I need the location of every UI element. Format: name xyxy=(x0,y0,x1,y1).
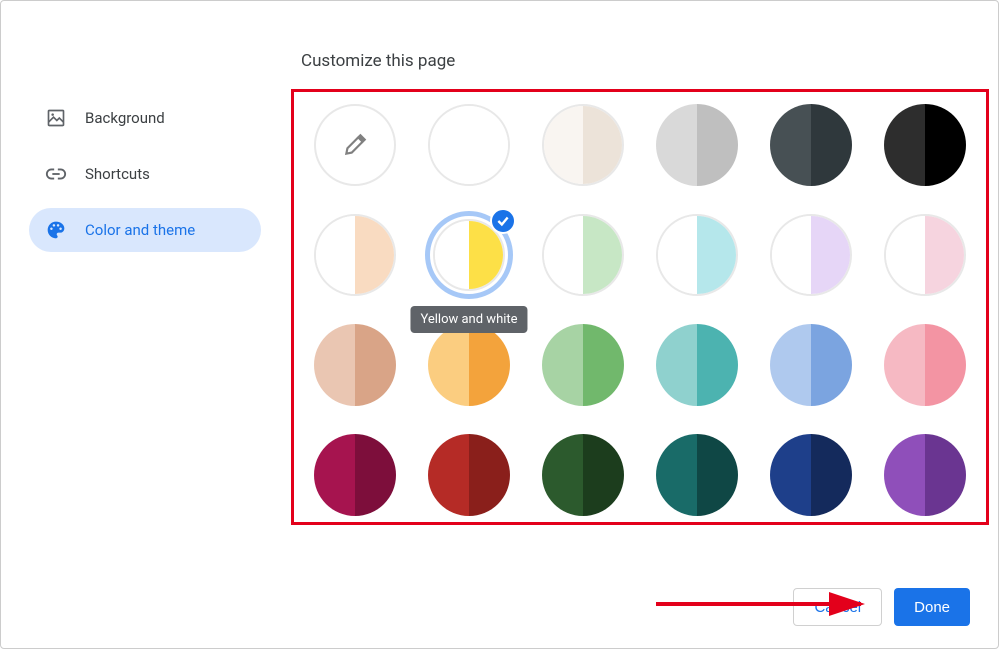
sidebar-item-label: Color and theme xyxy=(85,221,195,239)
color-swatch[interactable] xyxy=(428,104,510,186)
sidebar-item-color-theme[interactable]: Color and theme xyxy=(29,208,261,252)
color-swatch[interactable] xyxy=(656,324,738,406)
color-grid: Yellow and white xyxy=(312,104,968,516)
color-swatch[interactable] xyxy=(542,434,624,516)
dialog-body: Background Shortcuts C xyxy=(1,1,998,572)
swatch-tooltip: Yellow and white xyxy=(410,306,527,333)
color-swatch[interactable]: Yellow and white xyxy=(428,214,510,296)
color-swatch[interactable] xyxy=(314,434,396,516)
cancel-button[interactable]: Cancel xyxy=(793,588,882,626)
color-swatch[interactable] xyxy=(770,104,852,186)
color-swatch[interactable] xyxy=(884,104,966,186)
color-swatch[interactable] xyxy=(428,324,510,406)
color-swatch[interactable] xyxy=(542,104,624,186)
color-swatch[interactable] xyxy=(542,214,624,296)
color-swatch[interactable] xyxy=(656,434,738,516)
image-icon xyxy=(45,107,67,129)
sidebar-item-background[interactable]: Background xyxy=(29,96,261,140)
color-picker-swatch[interactable] xyxy=(314,104,396,186)
color-swatch[interactable] xyxy=(314,214,396,296)
page-title: Customize this page xyxy=(301,51,989,71)
color-swatch[interactable] xyxy=(542,324,624,406)
eyedropper-icon xyxy=(342,132,368,158)
color-swatch[interactable] xyxy=(884,434,966,516)
annotation-highlight-box: Yellow and white xyxy=(291,89,989,525)
color-swatch[interactable] xyxy=(656,214,738,296)
sidebar-item-shortcuts[interactable]: Shortcuts xyxy=(29,152,261,196)
color-swatch[interactable] xyxy=(884,324,966,406)
customize-dialog: Background Shortcuts C xyxy=(0,0,999,649)
color-swatch[interactable] xyxy=(656,104,738,186)
selected-check-icon xyxy=(490,208,516,234)
color-swatch[interactable] xyxy=(770,434,852,516)
palette-icon xyxy=(45,219,67,241)
link-icon xyxy=(45,163,67,185)
color-swatch[interactable] xyxy=(428,434,510,516)
color-swatch[interactable] xyxy=(770,324,852,406)
dialog-footer: Cancel Done xyxy=(1,572,998,648)
sidebar: Background Shortcuts C xyxy=(1,1,281,572)
sidebar-item-label: Shortcuts xyxy=(85,165,150,183)
color-swatch[interactable] xyxy=(314,324,396,406)
color-swatch[interactable] xyxy=(770,214,852,296)
main-panel: Customize this page Yellow and white xyxy=(281,1,998,572)
done-button[interactable]: Done xyxy=(894,588,970,626)
color-swatch[interactable] xyxy=(884,214,966,296)
sidebar-item-label: Background xyxy=(85,109,165,127)
